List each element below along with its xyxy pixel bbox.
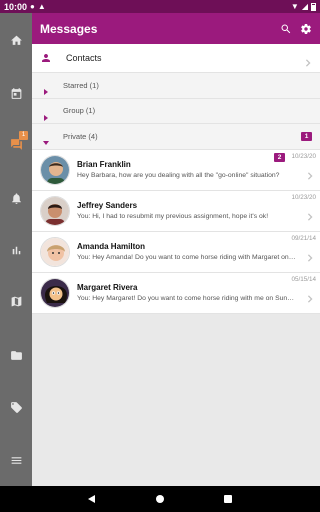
caret-right-icon [43,108,49,121]
contact-name: Jeffrey Sanders [77,201,138,210]
message-row[interactable]: Brian Franklin Hey Barbara, how are you … [32,149,320,191]
signal-icon: ◢ [301,2,308,11]
app-bar: Messages [32,13,320,44]
contacts-row[interactable]: Contacts [32,44,320,73]
avatar [40,195,70,226]
avatar [40,154,70,185]
group-row-private[interactable]: Private (4) 1 [32,124,320,150]
avatar [40,236,70,267]
message-date: 05/15/14 [291,275,316,283]
chevron-right-icon [306,290,314,303]
message-preview: You: Hey Margaret! Do you want to come h… [77,295,297,302]
contact-name: Amanda Hamilton [77,242,146,251]
battery-icon [311,2,316,11]
rail-item-messages[interactable]: 1 [0,130,32,158]
system-nav-bar [0,486,320,512]
message-preview: You: Hi, I had to resubmit my previous a… [77,213,269,220]
rail-item-reports[interactable] [0,236,32,264]
avatar [40,277,70,308]
rail-item-map[interactable] [0,287,32,315]
rail-item-home[interactable] [0,26,32,54]
back-icon[interactable] [87,494,97,504]
group-row-group[interactable]: Group (1) [32,98,320,124]
rail-item-files[interactable] [0,341,32,369]
messages-list: Contacts Starred (1) Group (1) Private (… [32,44,320,314]
chevron-right-icon [306,208,314,221]
message-date: 10/23/20 [291,193,316,201]
calendar-icon [11,87,21,99]
unread-badge: 2 [274,152,285,162]
recents-icon[interactable] [223,494,233,504]
notification-icon: ● [30,2,35,11]
rail-item-notifications[interactable] [0,184,32,212]
chevron-right-icon [304,54,312,67]
message-preview: You: Hey Amanda! Do you want to come hor… [77,254,297,261]
chevron-right-icon [306,249,314,262]
contacts-label: Contacts [66,53,102,63]
status-bar: 10:00 ● ▲ ▼ ◢ [0,0,320,13]
messages-badge: 1 [19,131,28,140]
caret-down-icon [43,133,49,146]
download-icon: ▲ [37,2,46,11]
message-date: 09/21/14 [291,234,316,242]
group-label: Starred (1) [63,80,99,90]
home-circle-icon[interactable] [155,494,165,504]
contact-name: Margaret Rivera [77,283,138,292]
message-preview: Hey Barbara, how are you dealing with al… [77,172,280,179]
group-row-starred[interactable]: Starred (1) [32,73,320,99]
navigation-rail: 1 [0,13,32,486]
map-icon [11,296,21,306]
bell-icon [11,192,21,204]
group-label: Group (1) [63,106,96,116]
rail-item-menu[interactable] [0,446,32,474]
message-row[interactable]: Margaret Rivera You: Hey Margaret! Do yo… [32,272,320,314]
search-icon[interactable] [280,23,292,35]
home-icon [10,35,22,45]
wifi-icon: ▼ [290,2,299,11]
caret-right-icon [43,82,49,96]
rail-item-calendar[interactable] [0,79,32,107]
menu-icon [11,456,21,464]
rail-item-tags[interactable] [0,393,32,421]
message-date: 10/23/20 [291,152,316,160]
group-label: Private (4) [63,131,98,141]
page-title: Messages [40,21,98,36]
settings-icon[interactable] [300,23,312,35]
tag-icon [10,401,22,413]
status-time: 10:00 [4,1,28,12]
bar-chart-icon [12,246,20,254]
message-row[interactable]: Jeffrey Sanders You: Hi, I had to resubm… [32,190,320,232]
message-row[interactable]: Amanda Hamilton You: Hey Amanda! Do you … [32,231,320,273]
unread-count-badge: 1 [301,131,312,141]
chevron-right-icon [306,167,314,180]
folder-icon [10,350,22,360]
person-icon [42,54,50,62]
